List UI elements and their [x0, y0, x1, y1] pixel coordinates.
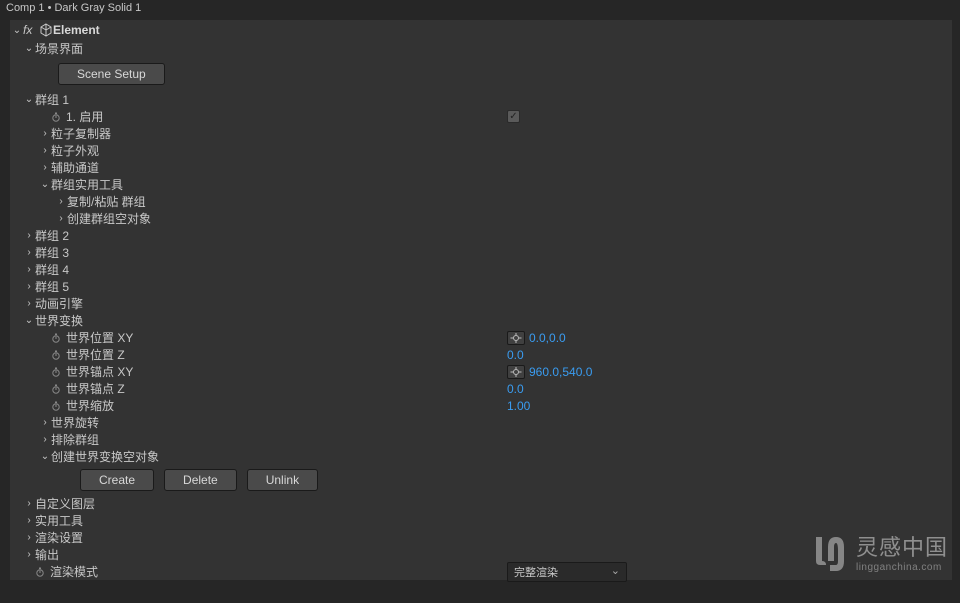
anim-engine-twisty[interactable]: [24, 298, 34, 309]
utilities-label: 实用工具: [35, 512, 83, 529]
group4-label: 群组 4: [35, 261, 69, 278]
utilities-twisty[interactable]: [24, 515, 34, 526]
effect-twisty[interactable]: [12, 25, 22, 36]
exclude-group-twisty[interactable]: [40, 434, 50, 445]
stopwatch-icon[interactable]: [50, 383, 62, 395]
world-anchor-z-label: 世界锚点 Z: [66, 380, 125, 397]
world-scale-label: 世界缩放: [66, 397, 114, 414]
exclude-group-label: 排除群组: [51, 431, 99, 448]
enable-checkbox[interactable]: [507, 110, 520, 123]
element-cube-icon: [39, 23, 53, 38]
world-anchor-z-value[interactable]: 0.0: [507, 382, 524, 396]
anim-engine-label: 动画引擎: [35, 295, 83, 312]
particle-look-twisty[interactable]: [40, 145, 50, 156]
stopwatch-icon[interactable]: [50, 332, 62, 344]
effect-name: Element: [53, 23, 100, 37]
world-pos-xy-value[interactable]: 0.0,0.0: [529, 331, 566, 345]
unlink-button[interactable]: Unlink: [247, 469, 318, 491]
particle-replicator-label: 粒子复制器: [51, 125, 111, 142]
group3-label: 群组 3: [35, 244, 69, 261]
scene-interface-twisty[interactable]: [24, 43, 34, 54]
group2-twisty[interactable]: [24, 230, 34, 241]
render-mode-label: 渲染模式: [50, 563, 98, 580]
effect-header: fx Element Reset: [10, 20, 952, 40]
create-world-null-twisty[interactable]: [40, 451, 50, 462]
create-world-null-label: 创建世界变换空对象: [51, 448, 159, 465]
stopwatch-icon[interactable]: [50, 400, 62, 412]
render-settings-twisty[interactable]: [24, 532, 34, 543]
enable-label: 1. 启用: [66, 108, 103, 125]
stopwatch-icon[interactable]: [50, 349, 62, 361]
group3-twisty[interactable]: [24, 247, 34, 258]
particle-look-label: 粒子外观: [51, 142, 99, 159]
create-group-null-twisty[interactable]: [56, 213, 66, 224]
window-title: Comp 1 • Dark Gray Solid 1: [0, 0, 960, 20]
world-scale-value[interactable]: 1.00: [507, 399, 530, 413]
group-utilities-label: 群组实用工具: [51, 176, 123, 193]
world-pos-z-value[interactable]: 0.0: [507, 348, 524, 362]
output-twisty[interactable]: [24, 549, 34, 560]
aux-channels-label: 辅助通道: [51, 159, 99, 176]
scene-setup-button[interactable]: Scene Setup: [58, 63, 165, 85]
effect-controls-panel: fx Element Reset 场景界面 Scene Setup 群组 1 1…: [10, 20, 952, 580]
scene-interface-label: 场景界面: [35, 40, 83, 57]
world-anchor-xy-label: 世界锚点 XY: [66, 363, 133, 380]
world-rotation-twisty[interactable]: [40, 417, 50, 428]
world-pos-z-label: 世界位置 Z: [66, 346, 125, 363]
group2-label: 群组 2: [35, 227, 69, 244]
group5-twisty[interactable]: [24, 281, 34, 292]
delete-button[interactable]: Delete: [164, 469, 237, 491]
particle-replicator-twisty[interactable]: [40, 128, 50, 139]
aux-channels-twisty[interactable]: [40, 162, 50, 173]
stopwatch-icon[interactable]: [50, 366, 62, 378]
stopwatch-icon[interactable]: [34, 566, 46, 578]
world-transform-twisty[interactable]: [24, 315, 34, 326]
render-settings-label: 渲染设置: [35, 529, 83, 546]
group4-twisty[interactable]: [24, 264, 34, 275]
fx-icon: fx: [23, 23, 37, 37]
group1-twisty[interactable]: [24, 94, 34, 105]
output-label: 输出: [35, 546, 59, 563]
world-pos-xy-label: 世界位置 XY: [66, 329, 133, 346]
group1-label: 群组 1: [35, 91, 69, 108]
crosshair-icon[interactable]: [507, 365, 525, 379]
copy-paste-twisty[interactable]: [56, 196, 66, 207]
group5-label: 群组 5: [35, 278, 69, 295]
crosshair-icon[interactable]: [507, 331, 525, 345]
create-group-null-label: 创建群组空对象: [67, 210, 151, 227]
custom-layers-label: 自定义图层: [35, 495, 95, 512]
render-mode-select[interactable]: 完整渲染: [507, 562, 627, 582]
copy-paste-label: 复制/粘贴 群组: [67, 193, 146, 210]
create-button[interactable]: Create: [80, 469, 154, 491]
world-rotation-label: 世界旋转: [51, 414, 99, 431]
world-transform-label: 世界变换: [35, 312, 83, 329]
world-anchor-xy-value[interactable]: 960.0,540.0: [529, 365, 592, 379]
custom-layers-twisty[interactable]: [24, 498, 34, 509]
group-utilities-twisty[interactable]: [40, 179, 50, 190]
stopwatch-icon[interactable]: [50, 111, 62, 123]
